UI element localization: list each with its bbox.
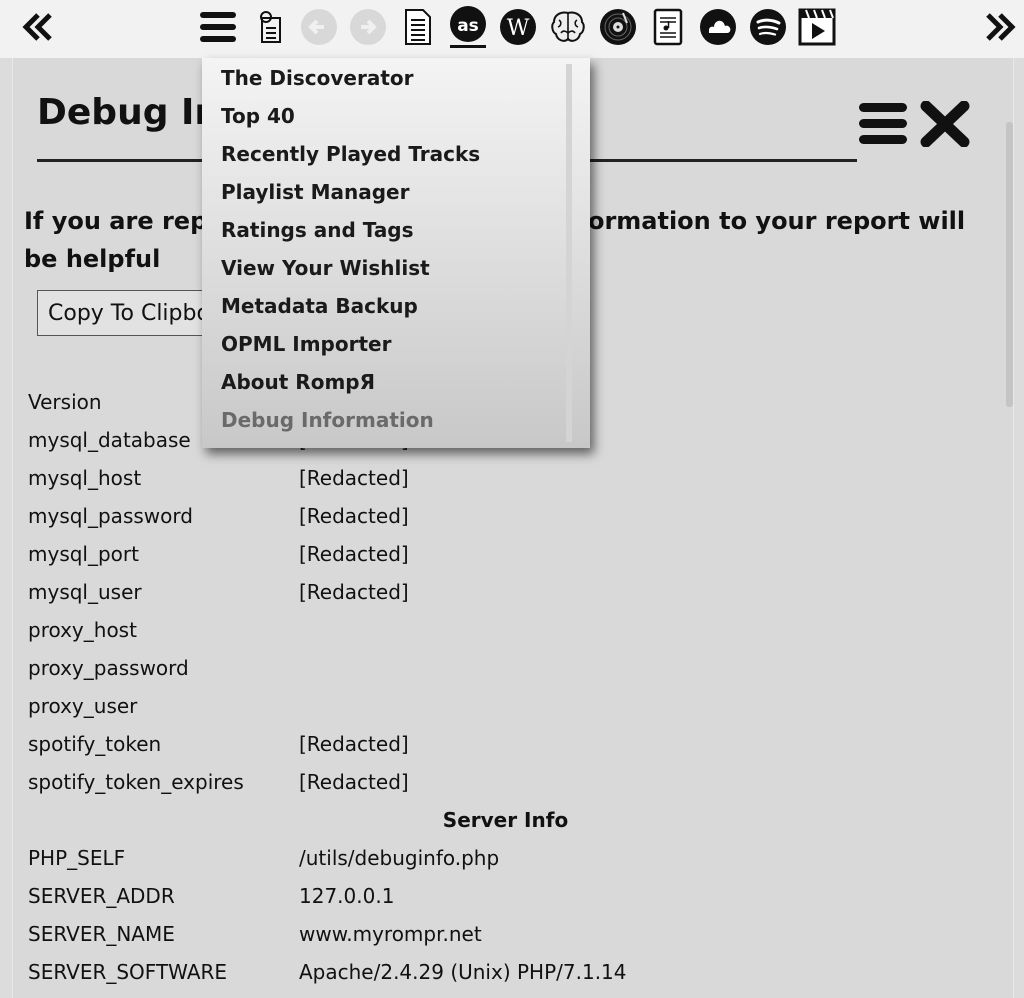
row-value: /utils/debuginfo.php [299,846,500,870]
svg-text:as: as [457,16,479,36]
row-value: [Redacted] [299,732,409,756]
row-key: mysql_database [28,428,191,452]
video-icon[interactable] [797,7,837,47]
app-window: as W Debug Information [0,0,1024,998]
row-key: proxy_host [28,618,137,642]
table-row: SERVER_SOFTWARE Apache/2.4.29 (Unix) PHP/… [28,960,988,998]
back-icon[interactable] [299,7,339,47]
row-value: 127.0.0.1 [299,884,395,908]
row-key: Version [28,390,102,414]
table-row: mysql_password [Redacted] [28,504,988,542]
row-value: [Redacted] [299,580,409,604]
row-key: PHP_SELF [28,846,126,870]
forward-icon[interactable] [348,7,388,47]
row-key: spotify_token_expires [28,770,244,794]
document-icon[interactable] [398,7,438,47]
table-row: spotify_token [Redacted] [28,732,988,770]
row-value: www.myrompr.net [299,922,482,946]
sheet-music-icon[interactable] [648,7,688,47]
row-value: [Redacted] [299,542,409,566]
menu-item-discoverator[interactable]: The Discoverator [221,59,414,97]
table-row: mysql_user [Redacted] [28,580,988,618]
row-key: spotify_token [28,732,162,756]
row-key: mysql_user [28,580,142,604]
plugins-dropdown-menu: The Discoverator Top 40 Recently Played … [202,58,590,448]
row-key: SERVER_NAME [28,922,175,946]
row-value: Apache/2.4.29 (Unix) PHP/7.1.14 [299,960,627,984]
menu-item-opml-importer[interactable]: OPML Importer [221,325,391,363]
panel-scrollbar[interactable] [1006,122,1013,407]
menu-item-metadata-backup[interactable]: Metadata Backup [221,287,418,325]
table-row: spotify_token_expires [Redacted] [28,770,988,808]
menu-item-about[interactable]: About RompЯ [221,363,375,401]
close-icon[interactable] [920,100,970,151]
fast-forward-icon[interactable] [980,7,1020,47]
hamburger-menu-icon[interactable] [198,7,238,47]
brain-icon[interactable] [548,7,588,47]
table-row: proxy_password [28,656,988,694]
menu-item-top-40[interactable]: Top 40 [221,97,295,135]
table-row: proxy_host [28,618,988,656]
lastfm-icon[interactable]: as [448,6,488,48]
vinyl-icon[interactable] [598,7,638,47]
row-key: SERVER_SOFTWARE [28,960,228,984]
row-key: mysql_port [28,542,139,566]
row-key: proxy_password [28,656,189,680]
menu-item-playlist-manager[interactable]: Playlist Manager [221,173,409,211]
table-row: SERVER_ADDR 127.0.0.1 [28,884,988,922]
row-key: mysql_host [28,466,142,490]
panel-menu-icon[interactable] [858,101,908,151]
wikipedia-icon[interactable]: W [498,7,538,47]
toolbar: as W [0,0,1024,58]
menu-item-debug-information: Debug Information [221,408,434,432]
row-key: SERVER_ADDR [28,884,175,908]
table-row: mysql_host [Redacted] [28,466,988,504]
table-row: proxy_user [28,694,988,732]
row-key: proxy_user [28,694,138,718]
server-info-title: Server Info [442,808,569,832]
menu-item-wishlist[interactable]: View Your Wishlist [221,249,430,287]
table-row: PHP_SELF/utils/debuginfo.php [28,846,988,884]
row-value: [Redacted] [299,466,409,490]
menu-item-ratings-tags[interactable]: Ratings and Tags [221,211,414,249]
row-key: mysql_password [28,504,193,528]
lyrics-icon[interactable] [250,7,290,47]
table-row: mysql_port [Redacted] [28,542,988,580]
rewind-icon[interactable] [18,7,58,47]
spotify-icon[interactable] [748,7,788,47]
menu-item-recently-played[interactable]: Recently Played Tracks [221,135,480,173]
svg-text:W: W [507,16,530,41]
row-value: [Redacted] [299,770,409,794]
table-row: SERVER_NAME www.myrompr.net [28,922,988,960]
soundcloud-icon[interactable] [698,7,738,47]
row-value: [Redacted] [299,504,409,528]
dropdown-scrollbar[interactable] [566,64,572,442]
